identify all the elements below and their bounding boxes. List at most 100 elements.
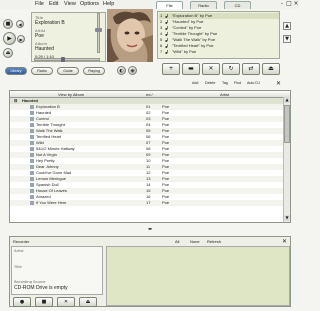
album-cover [107, 9, 153, 62]
seek-thumb[interactable] [61, 57, 65, 62]
eject-disc-button[interactable]: ⏏ [79, 297, 97, 307]
record-button[interactable]: ● [13, 297, 31, 307]
visual-button[interactable]: ◉ [128, 66, 137, 75]
add-button[interactable]: + [162, 63, 180, 75]
clear-button[interactable]: ▬ [182, 63, 200, 75]
table-header: View by Album ed / Artist [10, 91, 290, 98]
stop-button[interactable]: ■ [3, 19, 13, 29]
library-table: View by Album ed / Artist ⊟ Haunted Expl… [9, 90, 291, 223]
music-file-icon [30, 105, 34, 109]
recorder-track-list[interactable] [106, 246, 290, 306]
library-close-icon[interactable]: ✕ [276, 80, 283, 87]
playlist-panel: 1 "Exploration B" by Poe 2 "Haunted" by … [157, 11, 280, 59]
next-button[interactable]: ▶ [17, 35, 25, 43]
repeat-button[interactable]: ↻ [222, 63, 240, 75]
recorder-info: Artist Title Recording Source CD-ROM Dri… [11, 246, 103, 295]
table-row[interactable]: If You Were Here 17 Poe [10, 200, 283, 206]
library-scrollbar[interactable]: ▲ ▼ [283, 97, 290, 222]
playlist-item-label: "Wild" by Poe [172, 49, 197, 54]
menu-edit[interactable]: Edit [49, 1, 58, 7]
music-file-icon [30, 123, 34, 127]
previous-button[interactable]: ◀ [16, 20, 24, 28]
music-file-icon [30, 117, 34, 121]
music-file-icon [30, 195, 34, 199]
now-playing-artist: Poe [35, 33, 44, 39]
menu-file[interactable]: File [35, 1, 44, 7]
close-button[interactable]: × [293, 0, 299, 7]
library-mode-button[interactable]: Library [5, 67, 27, 75]
volume-thumb[interactable] [95, 28, 102, 32]
recording-source-label: Recording Source [14, 280, 46, 284]
auto-dj-link[interactable]: Auto DJ [247, 81, 260, 85]
music-file-icon [30, 189, 34, 193]
maximize-button[interactable]: □ [286, 0, 292, 7]
column-number[interactable]: ed / [146, 92, 153, 97]
music-note-icon [165, 44, 168, 48]
recorder-close-icon[interactable]: ✕ [282, 238, 287, 245]
find-link[interactable]: Find [234, 81, 241, 85]
column-view-by-album[interactable]: View by Album [58, 92, 84, 97]
music-file-icon [30, 129, 34, 133]
stop-record-button[interactable]: ■ [35, 297, 53, 307]
menu-options[interactable]: Options [80, 1, 99, 7]
scroll-thumb[interactable] [284, 105, 290, 143]
now-playing-album: Haunted [35, 46, 54, 52]
tab-radio[interactable]: Radio [190, 1, 217, 9]
refresh-link[interactable]: Refresh [207, 239, 221, 244]
recorder-artist-label: Artist [14, 249, 24, 253]
music-file-icon [30, 141, 34, 145]
remove-button[interactable]: ✕ [202, 63, 220, 75]
guide-mode-button[interactable]: Guide [57, 67, 79, 75]
recorder-title-label: Title [14, 265, 22, 269]
eject-playlist-button[interactable]: ⏏ [262, 63, 280, 75]
scroll-down-arrow-icon[interactable]: ▼ [284, 215, 290, 221]
column-artist[interactable]: Artist [220, 92, 229, 97]
radio-mode-button[interactable]: Radio [31, 67, 53, 75]
now-playing-panel: Title Exploration B Artist Poe Album Hau… [31, 12, 106, 62]
music-note-icon [165, 26, 168, 30]
play-button[interactable]: ▶ [3, 32, 16, 45]
track-artist: Poe [162, 200, 170, 205]
select-all-link[interactable]: All [175, 239, 179, 244]
music-note-icon [165, 20, 168, 24]
music-note-icon [165, 32, 168, 36]
track-number: 17 [146, 200, 151, 205]
music-file-icon [30, 111, 34, 115]
music-file-icon [30, 171, 34, 175]
tab-cd[interactable]: CD [224, 1, 251, 9]
cancel-record-button[interactable]: ✕ [57, 297, 75, 307]
recording-status: CD-ROM Drive is empty [14, 285, 68, 291]
playing-mode-button[interactable]: Playing [83, 67, 105, 75]
recorder-title: Recorder [13, 239, 30, 244]
music-file-icon [30, 135, 34, 139]
skin-button[interactable]: ◐ [117, 66, 126, 75]
volume-slider[interactable] [95, 13, 102, 53]
music-note-icon [165, 14, 168, 18]
music-note-icon [165, 38, 168, 42]
album-cover-art-icon [107, 9, 153, 62]
playlist-scroll-up-button[interactable]: ▲ [283, 22, 291, 30]
music-file-icon [30, 153, 34, 157]
menu-help[interactable]: Help [103, 1, 114, 7]
splitter-handle-icon[interactable]: ▬ [140, 227, 160, 231]
eject-button[interactable]: ⏏ [3, 48, 13, 58]
select-none-link[interactable]: None [190, 239, 200, 244]
tag-link[interactable]: Tag [222, 81, 228, 85]
playlist-scroll-down-button[interactable]: ▼ [283, 35, 291, 43]
add-link[interactable]: Add [192, 81, 198, 85]
music-file-icon [30, 147, 34, 151]
source-tabs: File Radio CD [156, 1, 276, 9]
music-file-icon [30, 177, 34, 181]
tab-file[interactable]: File [156, 1, 183, 9]
playlist-item[interactable]: 7 "Wild" by Poe [159, 49, 279, 55]
shuffle-button[interactable]: ⇄ [242, 63, 260, 75]
menu-view[interactable]: View [64, 1, 76, 7]
music-file-icon [30, 201, 34, 205]
seek-bar[interactable] [34, 57, 100, 62]
now-playing-title: Exploration B [35, 20, 65, 26]
recorder-panel: Recorder All None Refresh ✕ Artist Title… [9, 236, 291, 307]
scroll-up-arrow-icon[interactable]: ▲ [284, 97, 290, 103]
music-file-icon [30, 159, 34, 163]
delete-link[interactable]: Delete [205, 81, 215, 85]
minimize-button[interactable]: - [279, 0, 285, 7]
